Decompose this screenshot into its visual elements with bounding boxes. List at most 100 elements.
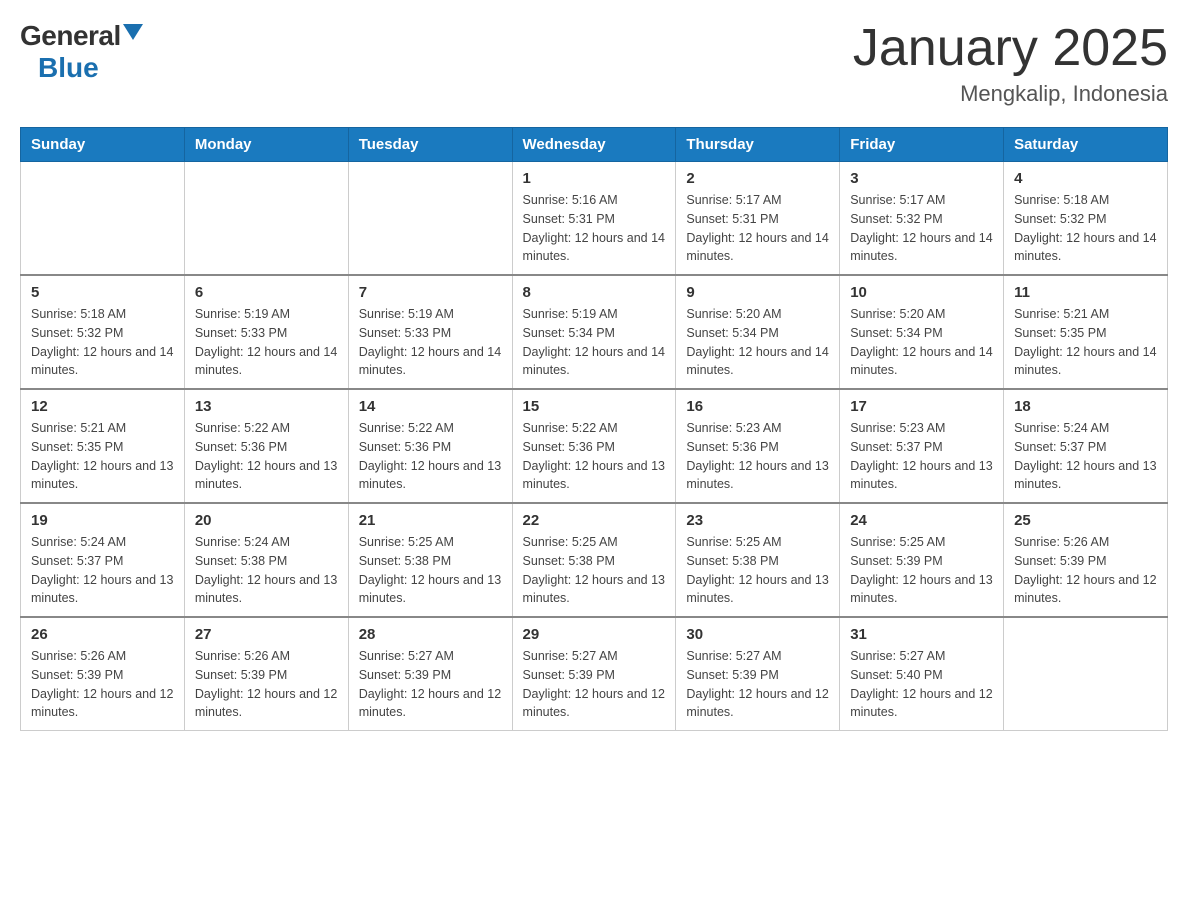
calendar-cell: 24 Sunrise: 5:25 AMSunset: 5:39 PMDayligh…	[840, 503, 1004, 617]
col-tuesday: Tuesday	[348, 128, 512, 162]
calendar-cell: 1 Sunrise: 5:16 AMSunset: 5:31 PMDaylight…	[512, 162, 676, 276]
day-number: 10	[850, 284, 993, 301]
day-info: Sunrise: 5:17 AMSunset: 5:31 PMDaylight:…	[686, 191, 829, 266]
calendar-cell: 28 Sunrise: 5:27 AMSunset: 5:39 PMDayligh…	[348, 617, 512, 731]
day-info: Sunrise: 5:25 AMSunset: 5:38 PMDaylight:…	[686, 533, 829, 608]
day-info: Sunrise: 5:16 AMSunset: 5:31 PMDaylight:…	[523, 191, 666, 266]
day-info: Sunrise: 5:24 AMSunset: 5:38 PMDaylight:…	[195, 533, 338, 608]
calendar-cell: 27Sunrise: 5:26 AMSunset: 5:39 PMDayligh…	[184, 617, 348, 731]
calendar-cell: 23 Sunrise: 5:25 AMSunset: 5:38 PMDayligh…	[676, 503, 840, 617]
calendar-cell: 9 Sunrise: 5:20 AMSunset: 5:34 PMDaylight…	[676, 275, 840, 389]
calendar-cell: 18 Sunrise: 5:24 AMSunset: 5:37 PMDayligh…	[1004, 389, 1168, 503]
day-number: 24	[850, 512, 993, 529]
calendar-header-row: Sunday Monday Tuesday Wednesday Thursday…	[21, 128, 1168, 162]
day-info: Sunrise: 5:22 AMSunset: 5:36 PMDaylight:…	[195, 419, 338, 494]
calendar-cell	[348, 162, 512, 276]
day-info: Sunrise: 5:21 AMSunset: 5:35 PMDaylight:…	[31, 419, 174, 494]
logo-triangle-icon	[123, 24, 143, 40]
day-number: 6	[195, 284, 338, 301]
day-info: Sunrise: 5:26 AMSunset: 5:39 PMDaylight:…	[1014, 533, 1157, 608]
day-info: Sunrise: 5:27 AMSunset: 5:40 PMDaylight:…	[850, 647, 993, 722]
calendar-table: Sunday Monday Tuesday Wednesday Thursday…	[20, 127, 1168, 731]
calendar-cell: 19 Sunrise: 5:24 AMSunset: 5:37 PMDayligh…	[21, 503, 185, 617]
day-info: Sunrise: 5:22 AMSunset: 5:36 PMDaylight:…	[359, 419, 502, 494]
calendar-cell: 30 Sunrise: 5:27 AMSunset: 5:39 PMDayligh…	[676, 617, 840, 731]
day-info: Sunrise: 5:27 AMSunset: 5:39 PMDaylight:…	[523, 647, 666, 722]
day-info: Sunrise: 5:18 AMSunset: 5:32 PMDaylight:…	[1014, 191, 1157, 266]
day-info: Sunrise: 5:19 AMSunset: 5:34 PMDaylight:…	[523, 305, 666, 380]
day-number: 18	[1014, 398, 1157, 415]
calendar-cell	[21, 162, 185, 276]
calendar-cell	[184, 162, 348, 276]
day-info: Sunrise: 5:24 AMSunset: 5:37 PMDaylight:…	[31, 533, 174, 608]
day-info: Sunrise: 5:20 AMSunset: 5:34 PMDaylight:…	[686, 305, 829, 380]
calendar-cell: 31 Sunrise: 5:27 AMSunset: 5:40 PMDayligh…	[840, 617, 1004, 731]
day-number: 2	[686, 170, 829, 187]
calendar-cell: 25 Sunrise: 5:26 AMSunset: 5:39 PMDayligh…	[1004, 503, 1168, 617]
calendar-cell: 26Sunrise: 5:26 AMSunset: 5:39 PMDayligh…	[21, 617, 185, 731]
day-info: Sunrise: 5:26 AMSunset: 5:39 PMDaylight:…	[31, 647, 174, 722]
calendar-cell: 7 Sunrise: 5:19 AMSunset: 5:33 PMDaylight…	[348, 275, 512, 389]
col-sunday: Sunday	[21, 128, 185, 162]
day-number: 19	[31, 512, 174, 529]
day-number: 12	[31, 398, 174, 415]
day-info: Sunrise: 5:24 AMSunset: 5:37 PMDaylight:…	[1014, 419, 1157, 494]
month-year-title: January 2025	[853, 20, 1168, 77]
calendar-row-1: 1 Sunrise: 5:16 AMSunset: 5:31 PMDaylight…	[21, 162, 1168, 276]
day-number: 30	[686, 626, 829, 643]
calendar-cell: 20Sunrise: 5:24 AMSunset: 5:38 PMDayligh…	[184, 503, 348, 617]
day-info: Sunrise: 5:17 AMSunset: 5:32 PMDaylight:…	[850, 191, 993, 266]
day-info: Sunrise: 5:23 AMSunset: 5:36 PMDaylight:…	[686, 419, 829, 494]
title-section: January 2025 Mengkalip, Indonesia	[853, 20, 1168, 107]
calendar-cell: 2 Sunrise: 5:17 AMSunset: 5:31 PMDaylight…	[676, 162, 840, 276]
calendar-row-4: 19 Sunrise: 5:24 AMSunset: 5:37 PMDayligh…	[21, 503, 1168, 617]
day-number: 28	[359, 626, 502, 643]
calendar-row-2: 5Sunrise: 5:18 AMSunset: 5:32 PMDaylight…	[21, 275, 1168, 389]
calendar-cell: 5Sunrise: 5:18 AMSunset: 5:32 PMDaylight…	[21, 275, 185, 389]
day-info: Sunrise: 5:25 AMSunset: 5:39 PMDaylight:…	[850, 533, 993, 608]
day-number: 16	[686, 398, 829, 415]
col-saturday: Saturday	[1004, 128, 1168, 162]
calendar-cell: 10 Sunrise: 5:20 AMSunset: 5:34 PMDayligh…	[840, 275, 1004, 389]
day-info: Sunrise: 5:27 AMSunset: 5:39 PMDaylight:…	[686, 647, 829, 722]
day-info: Sunrise: 5:22 AMSunset: 5:36 PMDaylight:…	[523, 419, 666, 494]
col-friday: Friday	[840, 128, 1004, 162]
day-number: 29	[523, 626, 666, 643]
calendar-cell: 15 Sunrise: 5:22 AMSunset: 5:36 PMDayligh…	[512, 389, 676, 503]
day-info: Sunrise: 5:19 AMSunset: 5:33 PMDaylight:…	[359, 305, 502, 380]
calendar-row-5: 26Sunrise: 5:26 AMSunset: 5:39 PMDayligh…	[21, 617, 1168, 731]
day-info: Sunrise: 5:27 AMSunset: 5:39 PMDaylight:…	[359, 647, 502, 722]
day-number: 9	[686, 284, 829, 301]
day-number: 22	[523, 512, 666, 529]
day-info: Sunrise: 5:23 AMSunset: 5:37 PMDaylight:…	[850, 419, 993, 494]
col-thursday: Thursday	[676, 128, 840, 162]
logo: General Blue	[20, 20, 143, 84]
calendar-row-3: 12 Sunrise: 5:21 AMSunset: 5:35 PMDayligh…	[21, 389, 1168, 503]
calendar-cell: 11Sunrise: 5:21 AMSunset: 5:35 PMDayligh…	[1004, 275, 1168, 389]
day-number: 21	[359, 512, 502, 529]
day-number: 7	[359, 284, 502, 301]
day-number: 3	[850, 170, 993, 187]
day-number: 11	[1014, 284, 1157, 301]
day-number: 4	[1014, 170, 1157, 187]
day-number: 15	[523, 398, 666, 415]
day-number: 17	[850, 398, 993, 415]
day-number: 13	[195, 398, 338, 415]
calendar-cell: 3 Sunrise: 5:17 AMSunset: 5:32 PMDaylight…	[840, 162, 1004, 276]
calendar-cell: 13 Sunrise: 5:22 AMSunset: 5:36 PMDayligh…	[184, 389, 348, 503]
day-number: 1	[523, 170, 666, 187]
day-number: 23	[686, 512, 829, 529]
day-info: Sunrise: 5:20 AMSunset: 5:34 PMDaylight:…	[850, 305, 993, 380]
calendar-cell: 8Sunrise: 5:19 AMSunset: 5:34 PMDaylight…	[512, 275, 676, 389]
day-info: Sunrise: 5:26 AMSunset: 5:39 PMDaylight:…	[195, 647, 338, 722]
calendar-cell: 14 Sunrise: 5:22 AMSunset: 5:36 PMDayligh…	[348, 389, 512, 503]
calendar-cell: 17 Sunrise: 5:23 AMSunset: 5:37 PMDayligh…	[840, 389, 1004, 503]
day-number: 14	[359, 398, 502, 415]
calendar-cell: 6Sunrise: 5:19 AMSunset: 5:33 PMDaylight…	[184, 275, 348, 389]
calendar-cell: 22Sunrise: 5:25 AMSunset: 5:38 PMDayligh…	[512, 503, 676, 617]
day-number: 5	[31, 284, 174, 301]
calendar-cell: 16 Sunrise: 5:23 AMSunset: 5:36 PMDayligh…	[676, 389, 840, 503]
day-info: Sunrise: 5:25 AMSunset: 5:38 PMDaylight:…	[359, 533, 502, 608]
day-number: 31	[850, 626, 993, 643]
day-number: 25	[1014, 512, 1157, 529]
